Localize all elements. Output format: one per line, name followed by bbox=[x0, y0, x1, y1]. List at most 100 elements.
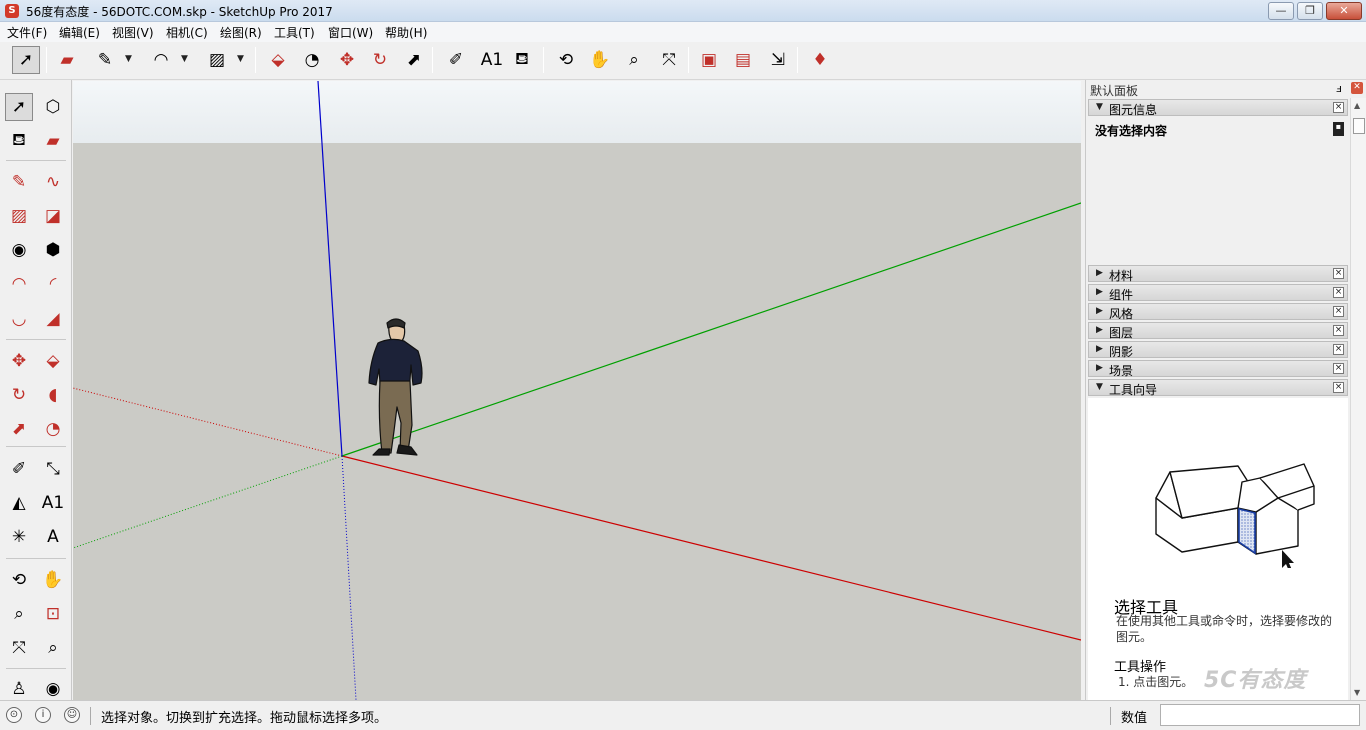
push-pull-icon[interactable]: ⬙ bbox=[264, 46, 292, 74]
panel-header[interactable]: ▶ 组件 × bbox=[1088, 284, 1348, 302]
freehand-icon[interactable]: ∿ bbox=[39, 168, 67, 196]
pencil-icon[interactable]: ✎ bbox=[91, 46, 119, 74]
previous-view-icon[interactable]: ⌕ bbox=[39, 634, 67, 662]
scale-icon[interactable]: ⬈ bbox=[400, 46, 428, 74]
menu-camera[interactable]: 相机(C) bbox=[166, 24, 208, 41]
component-icon[interactable]: ⬡ bbox=[39, 93, 67, 121]
position-camera-icon[interactable]: ♙ bbox=[5, 675, 33, 703]
move-icon[interactable]: ✥ bbox=[5, 347, 33, 375]
arc-icon[interactable]: ◠ bbox=[5, 270, 33, 298]
pan-icon[interactable]: ✋ bbox=[586, 46, 614, 74]
menu-window[interactable]: 窗口(W) bbox=[328, 24, 373, 41]
paint-bucket-icon[interactable]: ⛾ bbox=[508, 46, 536, 74]
dropdown-arrow-icon[interactable]: ▼ bbox=[181, 54, 188, 64]
entity-info-body: 没有选择内容 ▪ bbox=[1088, 117, 1348, 262]
move-icon[interactable]: ✥ bbox=[333, 46, 361, 74]
3d-warehouse-icon[interactable]: ▣ bbox=[695, 46, 723, 74]
circle-icon[interactable]: ◉ bbox=[5, 236, 33, 264]
two-point-arc-icon[interactable]: ◜ bbox=[39, 270, 67, 298]
panel-close-button[interactable]: × bbox=[1333, 268, 1344, 279]
orbit-icon[interactable]: ⟲ bbox=[5, 566, 33, 594]
dimension-icon[interactable]: ⤡ bbox=[39, 455, 67, 483]
panel-header[interactable]: ▼ 工具向导 × bbox=[1088, 379, 1348, 397]
panel-close-button[interactable]: × bbox=[1333, 325, 1344, 336]
panel-close-button[interactable]: × bbox=[1333, 102, 1344, 113]
zoom-icon[interactable]: ⌕ bbox=[620, 46, 648, 74]
dropdown-arrow-icon[interactable]: ▼ bbox=[125, 54, 132, 64]
axes-icon[interactable]: ✳ bbox=[5, 523, 33, 551]
protractor-icon[interactable]: ◭ bbox=[5, 489, 33, 517]
zoom-window-icon[interactable]: ⊡ bbox=[39, 600, 67, 628]
push-pull-icon[interactable]: ⬙ bbox=[39, 347, 67, 375]
three-point-arc-icon[interactable]: ◡ bbox=[5, 305, 33, 333]
geo-location-icon[interactable]: ⊙ bbox=[6, 707, 22, 723]
close-button[interactable]: ✕ bbox=[1326, 2, 1362, 20]
menu-edit[interactable]: 编辑(E) bbox=[59, 24, 100, 41]
rotate-icon[interactable]: ↻ bbox=[366, 46, 394, 74]
model-viewport[interactable] bbox=[73, 81, 1081, 700]
tape-measure-icon[interactable]: ✐ bbox=[442, 46, 470, 74]
panel-header[interactable]: ▶ 材料 × bbox=[1088, 265, 1348, 283]
pin-icon[interactable]: ⅎ bbox=[1336, 82, 1342, 95]
look-around-icon[interactable]: ◉ bbox=[39, 675, 67, 703]
eraser-icon[interactable]: ▰ bbox=[53, 46, 81, 74]
ruby-console-icon[interactable]: ♦ bbox=[806, 46, 834, 74]
polygon-icon[interactable]: ⬢ bbox=[39, 236, 67, 264]
panel-close-button[interactable]: × bbox=[1333, 344, 1344, 355]
menu-tools[interactable]: 工具(T) bbox=[274, 24, 315, 41]
menu-file[interactable]: 文件(F) bbox=[7, 24, 47, 41]
follow-me-icon[interactable]: ◖ bbox=[39, 381, 67, 409]
panel-header-entity-info[interactable]: ▼ 图元信息 × bbox=[1088, 99, 1348, 117]
layout-send-icon[interactable]: ⇲ bbox=[764, 46, 792, 74]
rotate-icon[interactable]: ↻ bbox=[5, 381, 33, 409]
3d-text-icon[interactable]: A bbox=[39, 523, 67, 551]
arc-icon[interactable]: ◠ bbox=[147, 46, 175, 74]
panel-header[interactable]: ▶ 阴影 × bbox=[1088, 341, 1348, 359]
extension-warehouse-icon[interactable]: ▤ bbox=[729, 46, 757, 74]
info-icon[interactable]: i bbox=[35, 707, 51, 723]
pie-icon[interactable]: ◢ bbox=[39, 305, 67, 333]
restore-button[interactable]: ❐ bbox=[1297, 2, 1323, 20]
minimize-button[interactable]: — bbox=[1268, 2, 1294, 20]
panel-close-button[interactable]: × bbox=[1333, 287, 1344, 298]
line-icon[interactable]: ✎ bbox=[5, 168, 33, 196]
text-icon[interactable]: A1 bbox=[39, 489, 67, 517]
menu-draw[interactable]: 绘图(R) bbox=[220, 24, 262, 41]
dropdown-arrow-icon[interactable]: ▼ bbox=[237, 54, 244, 64]
panel-header[interactable]: ▶ 图层 × bbox=[1088, 322, 1348, 340]
panel-close-button[interactable]: × bbox=[1333, 363, 1344, 374]
tape-measure-icon[interactable]: ✐ bbox=[5, 455, 33, 483]
eraser-icon[interactable]: ▰ bbox=[39, 127, 67, 155]
rectangle-icon[interactable]: ▨ bbox=[5, 202, 33, 230]
tray-close-button[interactable]: ✕ bbox=[1351, 82, 1363, 94]
panel-close-button[interactable]: × bbox=[1333, 382, 1344, 393]
pan-icon[interactable]: ✋ bbox=[39, 566, 67, 594]
menu-view[interactable]: 视图(V) bbox=[112, 24, 154, 41]
select-icon[interactable]: ➚ bbox=[12, 46, 40, 74]
menu-help[interactable]: 帮助(H) bbox=[385, 24, 427, 41]
zoom-icon[interactable]: ⌕ bbox=[5, 600, 33, 628]
user-icon[interactable]: ☺ bbox=[64, 707, 80, 723]
zoom-extents-icon[interactable]: ⤧ bbox=[5, 634, 33, 662]
tray-title: 默认面板 bbox=[1090, 84, 1139, 98]
offset-icon[interactable]: ◔ bbox=[39, 415, 67, 443]
scale-icon[interactable]: ⬈ bbox=[5, 415, 33, 443]
rotated-rectangle-icon[interactable]: ◪ bbox=[39, 202, 67, 230]
panel-label: 场景 bbox=[1109, 364, 1134, 378]
measurements-input[interactable] bbox=[1160, 704, 1360, 726]
panel-header[interactable]: ▶ 风格 × bbox=[1088, 303, 1348, 321]
panel-header[interactable]: ▶ 场景 × bbox=[1088, 360, 1348, 378]
scroll-up-icon[interactable]: ▲ bbox=[1354, 101, 1360, 110]
scroll-down-icon[interactable]: ▼ bbox=[1354, 688, 1360, 697]
zoom-extents-icon[interactable]: ⤧ bbox=[655, 46, 683, 74]
tray-scrollbar[interactable]: ▲ ▼ bbox=[1350, 98, 1366, 700]
offset-icon[interactable]: ◔ bbox=[298, 46, 326, 74]
lock-icon[interactable]: ▪ bbox=[1333, 122, 1344, 136]
scroll-thumb[interactable] bbox=[1353, 118, 1365, 134]
paint-bucket-icon[interactable]: ⛾ bbox=[5, 127, 33, 155]
rectangle-icon[interactable]: ▨ bbox=[203, 46, 231, 74]
orbit-icon[interactable]: ⟲ bbox=[552, 46, 580, 74]
select-icon[interactable]: ➚ bbox=[5, 93, 33, 121]
text-icon[interactable]: A1 bbox=[478, 46, 506, 74]
panel-close-button[interactable]: × bbox=[1333, 306, 1344, 317]
